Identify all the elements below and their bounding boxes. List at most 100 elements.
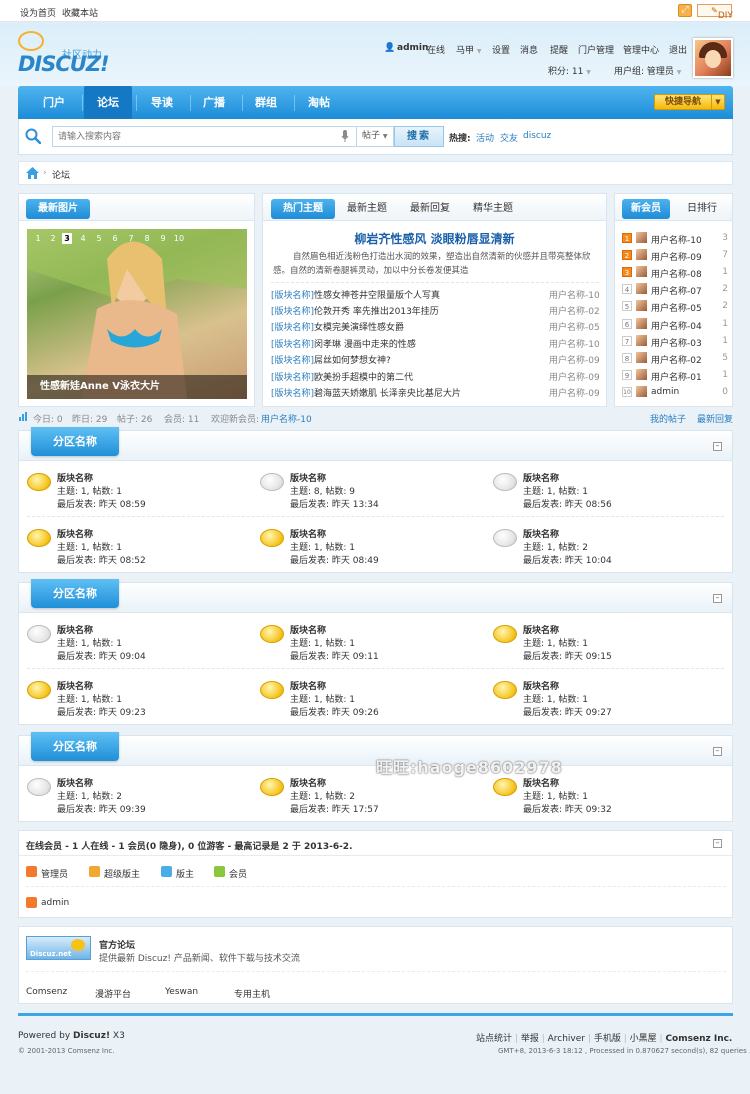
forum-name[interactable]: 版块名称	[290, 776, 326, 789]
member-avatar[interactable]	[636, 232, 647, 243]
thread-title[interactable]: 伦敦开秀 率先推出2013年挂历	[314, 307, 439, 317]
forum-name[interactable]: 版块名称	[523, 679, 559, 692]
member-name[interactable]: 用户名称-03	[651, 336, 702, 349]
thread-title[interactable]: 闵孝琳 漫画中走来的性感	[314, 340, 416, 350]
powered-brand[interactable]: Discuz!	[73, 1031, 110, 1041]
footer-link-stats[interactable]: 站点统计	[476, 1034, 512, 1044]
photo-page[interactable]: 1	[33, 233, 43, 244]
forum-item[interactable]: 版块名称 主题: 1, 帖数: 1 最后发表: 昨天 09:26	[260, 679, 485, 723]
forum-last-post[interactable]: 最后发表: 昨天 09:26	[290, 705, 379, 718]
forum-last-post[interactable]: 最后发表: 昨天 08:56	[523, 497, 612, 510]
forum-item[interactable]: 版块名称 主题: 8, 帖数: 9 最后发表: 昨天 13:34	[260, 471, 485, 515]
photo-page[interactable]: 9	[158, 233, 168, 244]
nav-collections[interactable]: 淘帖	[295, 86, 343, 119]
member-name[interactable]: 用户名称-02	[651, 353, 702, 366]
member-avatar[interactable]	[636, 249, 647, 260]
thread-item[interactable]: [版块名称]性感女神苍井空限量版个人写真 用户名称-10	[271, 288, 600, 301]
member-name[interactable]: 用户名称-10	[651, 233, 702, 246]
member-row[interactable]: 6 用户名称-04 1	[622, 318, 728, 332]
tab-hot-threads[interactable]: 热门主题	[271, 199, 335, 219]
footer-link-archiver[interactable]: Archiver	[548, 1034, 585, 1044]
member-name[interactable]: 用户名称-09	[651, 250, 702, 263]
quick-nav-button[interactable]: 快捷导航 ▼	[654, 94, 725, 110]
thread-item[interactable]: [版块名称]屌丝如何梦想女神? 用户名称-09	[271, 353, 600, 366]
friend-link[interactable]: 专用主机	[234, 987, 270, 1000]
nav-forum[interactable]: 论坛	[84, 86, 132, 119]
search-button[interactable]: 搜索	[394, 126, 444, 147]
section-title[interactable]: 分区名称	[31, 579, 119, 608]
thread-author[interactable]: 用户名称-05	[549, 320, 600, 333]
footer-company[interactable]: Comsenz Inc.	[665, 1034, 732, 1044]
member-avatar[interactable]	[636, 283, 647, 294]
section-title[interactable]: 分区名称	[31, 732, 119, 761]
member-row[interactable]: 3 用户名称-08 1	[622, 266, 728, 280]
thread-title[interactable]: 碧海蓝天娇嫩肌 长泽亲央比基尼大片	[314, 389, 461, 399]
thread-item[interactable]: [版块名称]碧海蓝天娇嫩肌 长泽亲央比基尼大片 用户名称-09	[271, 386, 600, 399]
thread-title[interactable]: 屌丝如何梦想女神?	[314, 356, 391, 366]
forum-last-post[interactable]: 最后发表: 昨天 13:34	[290, 497, 379, 510]
thread-author[interactable]: 用户名称-09	[549, 386, 600, 399]
photo-page[interactable]: 4	[78, 233, 88, 244]
discuz-net-logo[interactable]: Discuz.net	[26, 936, 91, 960]
member-avatar[interactable]	[636, 352, 647, 363]
photo-page[interactable]: 2	[48, 233, 58, 244]
points-menu[interactable]: 积分: 11 ▼	[548, 64, 591, 77]
stats-new-member[interactable]: 用户名称-10	[261, 412, 312, 425]
photo-caption[interactable]: 性感新娃Anne V泳衣大片	[27, 375, 247, 399]
footer-link-blacklist[interactable]: 小黑屋	[630, 1034, 657, 1044]
collapse-icon[interactable]: –	[713, 442, 722, 451]
tab-latest-replies[interactable]: 最新回复	[410, 199, 450, 219]
member-name[interactable]: 用户名称-04	[651, 319, 702, 332]
photo-page[interactable]: 5	[94, 233, 104, 244]
member-avatar[interactable]	[636, 386, 647, 397]
forum-last-post[interactable]: 最后发表: 昨天 08:52	[57, 553, 146, 566]
member-name[interactable]: 用户名称-01	[651, 370, 702, 383]
avatar[interactable]	[693, 38, 733, 78]
forum-item[interactable]: 版块名称 主题: 1, 帖数: 1 最后发表: 昨天 08:59	[27, 471, 252, 515]
photo-page[interactable]: 10	[172, 233, 186, 244]
latest-photos-tab[interactable]: 最新图片	[26, 199, 90, 219]
online-user[interactable]: admin	[41, 898, 69, 908]
photo-page[interactable]: 7	[126, 233, 136, 244]
member-row[interactable]: 10 admin 0	[622, 386, 728, 400]
forum-last-post[interactable]: 最后发表: 昨天 08:49	[290, 553, 379, 566]
forum-last-post[interactable]: 最后发表: 昨天 09:23	[57, 705, 146, 718]
forum-last-post[interactable]: 最后发表: 昨天 09:32	[523, 802, 612, 815]
search-input[interactable]	[52, 126, 356, 147]
settings-link[interactable]: 设置	[492, 43, 510, 56]
thread-author[interactable]: 用户名称-02	[549, 304, 600, 317]
member-name[interactable]: 用户名称-05	[651, 301, 702, 314]
friend-link[interactable]: 漫游平台	[95, 987, 131, 1000]
forum-name[interactable]: 版块名称	[57, 623, 93, 636]
thread-forum[interactable]: [版块名称]	[271, 291, 314, 301]
forum-name[interactable]: 版块名称	[523, 471, 559, 484]
forum-item[interactable]: 版块名称 主题: 1, 帖数: 2 最后发表: 昨天 09:39	[27, 776, 252, 820]
member-avatar[interactable]	[636, 369, 647, 380]
home-icon[interactable]	[26, 167, 39, 179]
thread-forum[interactable]: [版块名称]	[271, 323, 314, 333]
forum-name[interactable]: 版块名称	[57, 679, 93, 692]
tab-new-members[interactable]: 新会员	[622, 199, 670, 219]
tab-latest-threads[interactable]: 最新主题	[347, 199, 387, 219]
nav-groups[interactable]: 群组	[242, 86, 290, 119]
forum-item[interactable]: 版块名称 主题: 1, 帖数: 1 最后发表: 昨天 08:49	[260, 527, 485, 571]
member-avatar[interactable]	[636, 318, 647, 329]
tab-digest-threads[interactable]: 精华主题	[473, 199, 513, 219]
forum-name[interactable]: 版块名称	[57, 776, 93, 789]
diy-button[interactable]: ✎ DIY	[697, 4, 733, 21]
member-avatar[interactable]	[636, 335, 647, 346]
thread-forum[interactable]: [版块名称]	[271, 389, 314, 399]
forum-last-post[interactable]: 最后发表: 昨天 09:39	[57, 802, 146, 815]
thread-item[interactable]: [版块名称]女模完美演绎性感女爵 用户名称-05	[271, 320, 600, 333]
member-row[interactable]: 5 用户名称-05 2	[622, 300, 728, 314]
breadcrumb-current[interactable]: 论坛	[52, 168, 70, 181]
online-summary[interactable]: 在线会员 - 1 人在线 - 1 会员(0 隐身), 0 位游客 - 最高记录是…	[26, 839, 353, 852]
member-row[interactable]: 4 用户名称-07 2	[622, 283, 728, 297]
forum-last-post[interactable]: 最后发表: 昨天 09:04	[57, 649, 146, 662]
set-home-link[interactable]: 设为首页	[20, 6, 56, 19]
forum-name[interactable]: 版块名称	[57, 471, 93, 484]
photo-page[interactable]: 8	[142, 233, 152, 244]
thread-item[interactable]: [版块名称]闵孝琳 漫画中走来的性感 用户名称-10	[271, 337, 600, 350]
thread-author[interactable]: 用户名称-10	[549, 288, 600, 301]
username-link[interactable]: admin	[397, 43, 428, 53]
